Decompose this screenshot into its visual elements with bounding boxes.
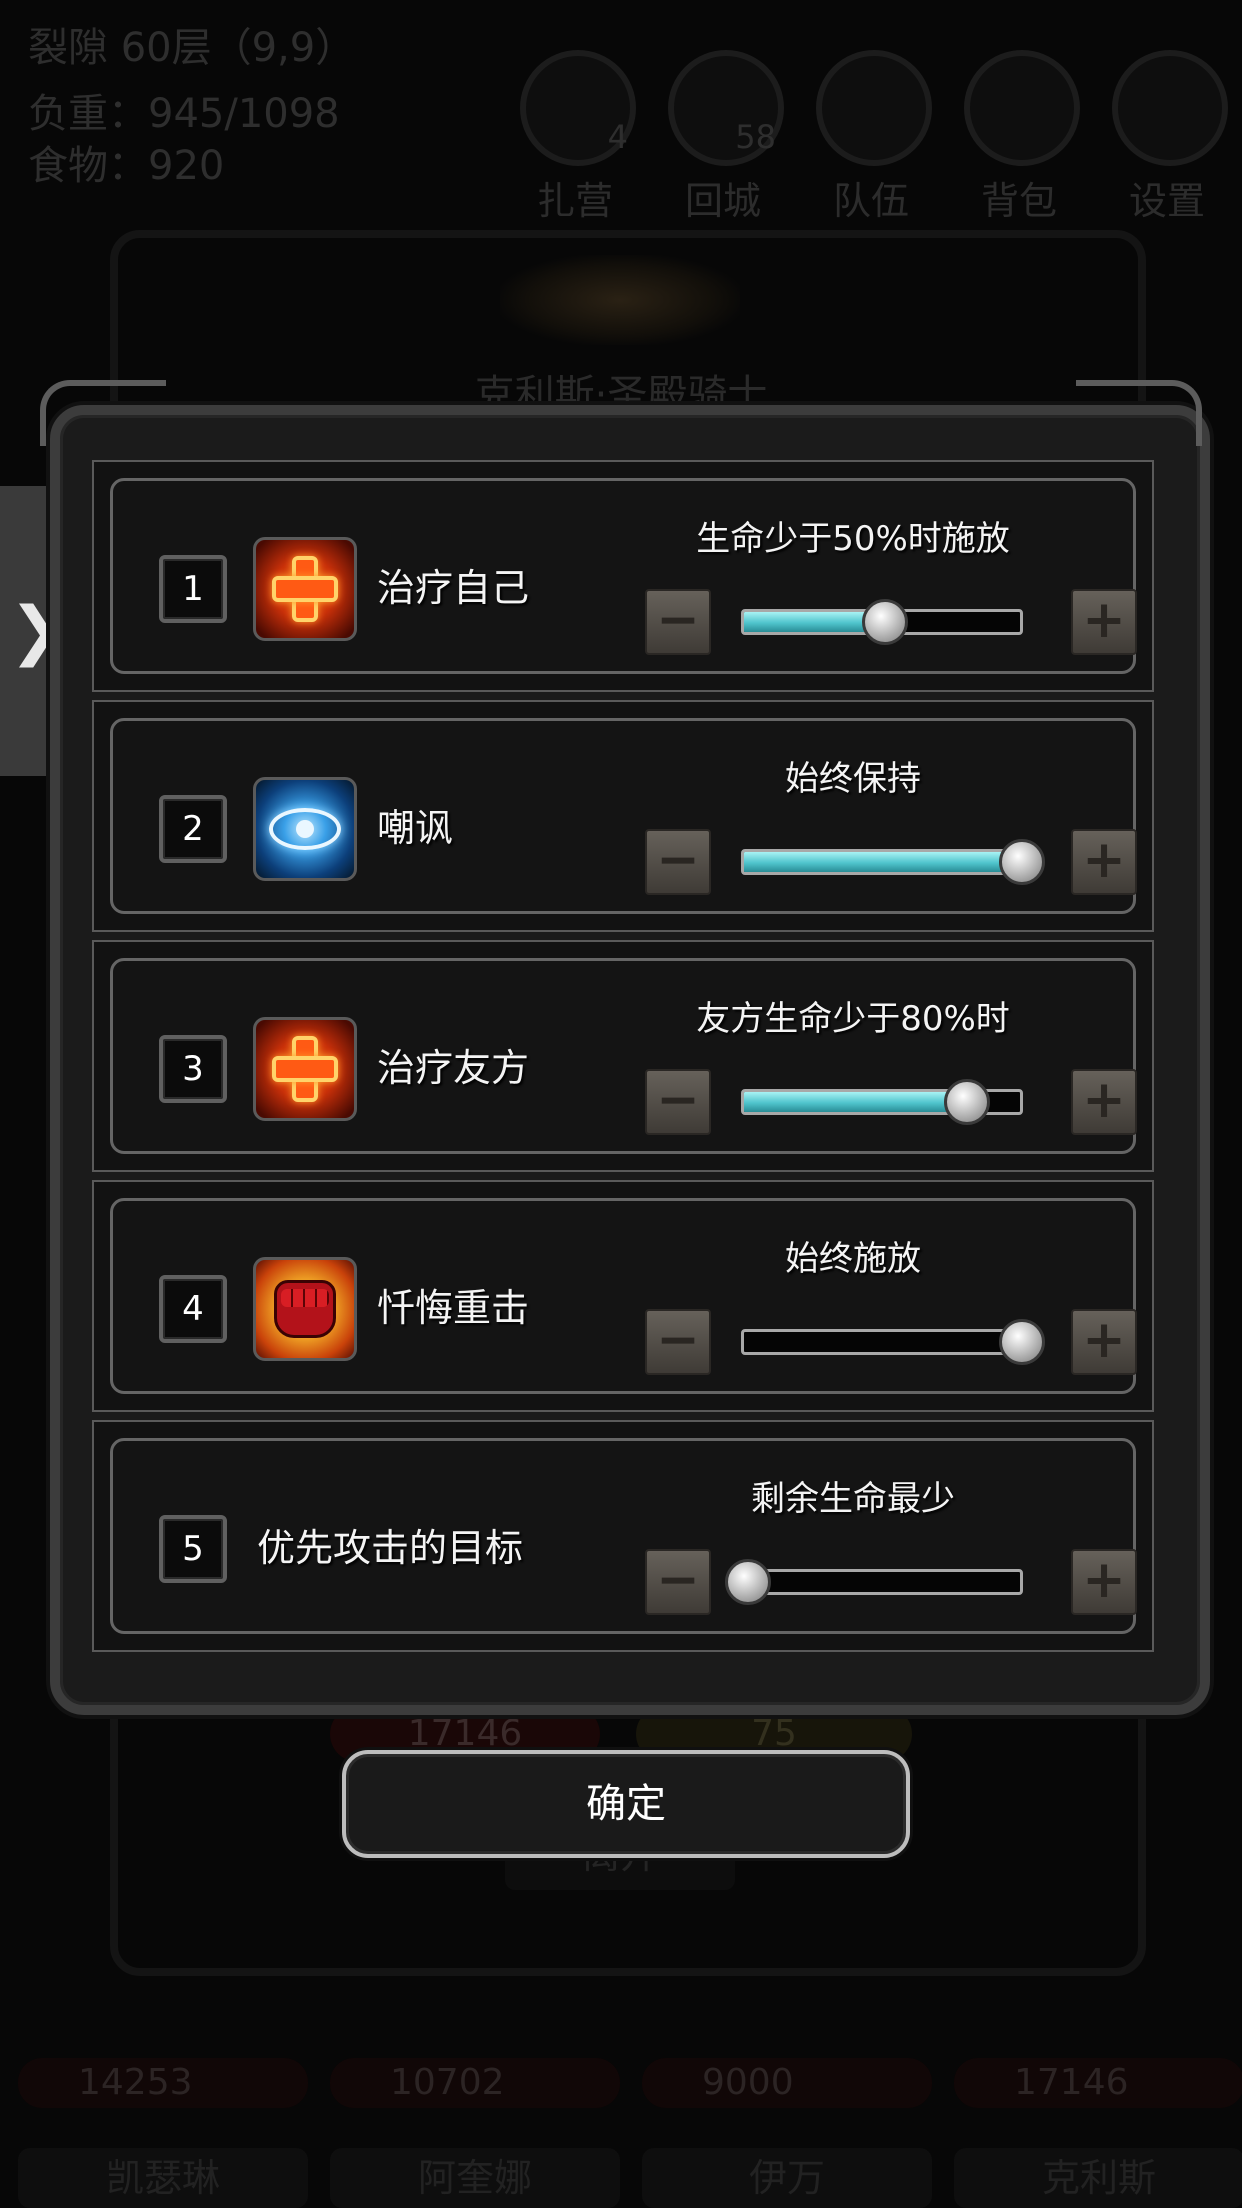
skill-name: 治疗友方 (377, 1046, 530, 1090)
dialog-ornament (1076, 380, 1202, 446)
decrease-button[interactable]: − (645, 1309, 711, 1375)
decrease-button[interactable]: − (645, 829, 711, 895)
tactic-index: 5 (159, 1515, 227, 1583)
heal-cross-icon (253, 1017, 357, 1121)
party-row: 14253 凯瑟琳 10702 阿奎娜 9000 伊万 17146 克利斯 (18, 2058, 1242, 2208)
slider-knob[interactable] (725, 1559, 771, 1605)
increase-button[interactable]: + (1071, 1549, 1137, 1615)
food-label: 食物：920 (28, 143, 225, 189)
condition-slider[interactable] (741, 1569, 1023, 1595)
heal-cross-icon (253, 537, 357, 641)
skill-name: 忏悔重击 (377, 1286, 530, 1330)
party-member[interactable]: 14253 凯瑟琳 (18, 2058, 308, 2208)
tactic-index: 1 (159, 555, 227, 623)
confirm-button[interactable]: 确定 (342, 1750, 910, 1858)
decrease-button[interactable]: − (645, 1549, 711, 1615)
slider-fill (744, 1092, 965, 1112)
tactic-row-frame: 4 忏悔重击 始终施放 − + (110, 1198, 1137, 1394)
tactic-index: 2 (159, 795, 227, 863)
slider-knob[interactable] (999, 1319, 1045, 1365)
decrease-button[interactable]: − (645, 589, 711, 655)
slider-fill (744, 852, 1020, 872)
increase-button[interactable]: + (1071, 829, 1137, 895)
condition-slider[interactable] (741, 849, 1023, 875)
tactic-row: 4 忏悔重击 始终施放 − + (92, 1180, 1154, 1412)
condition-slider[interactable] (741, 1329, 1023, 1355)
increase-button[interactable]: + (1071, 589, 1137, 655)
backpack-button[interactable]: 背包 (964, 50, 1080, 225)
slider-knob[interactable] (862, 599, 908, 645)
gear-icon (1112, 50, 1228, 166)
backpack-icon (964, 50, 1080, 166)
party-member[interactable]: 9000 伊万 (642, 2058, 932, 2208)
tactic-row-frame: 2 嘲讽 始终保持 − + (110, 718, 1137, 914)
condition-label: 始终施放 (785, 1239, 921, 1279)
skill-name: 治疗自己 (377, 566, 530, 610)
tactic-row-frame: 5 优先攻击的目标 剩余生命最少 − + (110, 1438, 1137, 1634)
increase-button[interactable]: + (1071, 1069, 1137, 1135)
taunt-eye-icon (253, 777, 357, 881)
camp-button[interactable]: 4 扎营 (520, 50, 636, 225)
return-town-button[interactable]: 58 回城 (668, 50, 784, 225)
party-button[interactable]: 队伍 (816, 50, 932, 225)
party-icon (816, 50, 932, 166)
increase-button[interactable]: + (1071, 1309, 1137, 1375)
slider-knob[interactable] (999, 839, 1045, 885)
location-label: 裂隙 60层（9,9） (28, 25, 356, 71)
decrease-button[interactable]: − (645, 1069, 711, 1135)
dialog-ornament (40, 380, 166, 446)
tactic-index: 3 (159, 1035, 227, 1103)
fist-strike-icon (253, 1257, 357, 1361)
tactic-index: 4 (159, 1275, 227, 1343)
tactic-row-frame: 3 治疗友方 友方生命少于80%时 − + (110, 958, 1137, 1154)
party-member[interactable]: 10702 阿奎娜 (330, 2058, 620, 2208)
condition-label: 友方生命少于80%时 (696, 999, 1010, 1039)
party-member[interactable]: 17146 克利斯 (954, 2058, 1242, 2208)
tactic-row: 1 治疗自己 生命少于50%时施放 − + (92, 460, 1154, 692)
tactic-row-frame: 1 治疗自己 生命少于50%时施放 − + (110, 478, 1137, 674)
tactic-row: 3 治疗友方 友方生命少于80%时 − + (92, 940, 1154, 1172)
skill-name: 优先攻击的目标 (257, 1526, 524, 1570)
condition-label: 始终保持 (785, 759, 921, 799)
tactic-row: 5 优先攻击的目标 剩余生命最少 − + (92, 1420, 1154, 1652)
return-town-icon: 58 (668, 50, 784, 166)
condition-label: 剩余生命最少 (751, 1479, 955, 1519)
tactic-row: 2 嘲讽 始终保持 − + (92, 700, 1154, 932)
slider-knob[interactable] (944, 1079, 991, 1125)
condition-label: 生命少于50%时施放 (696, 519, 1010, 559)
settings-button[interactable]: 设置 (1112, 50, 1228, 225)
load-label: 负重：945/1098 (28, 91, 340, 137)
top-menu: 4 扎营 58 回城 队伍 背包 设置 (520, 50, 1228, 225)
emblem-icon (500, 255, 740, 345)
skill-name: 嘲讽 (377, 806, 454, 850)
camp-icon: 4 (520, 50, 636, 166)
